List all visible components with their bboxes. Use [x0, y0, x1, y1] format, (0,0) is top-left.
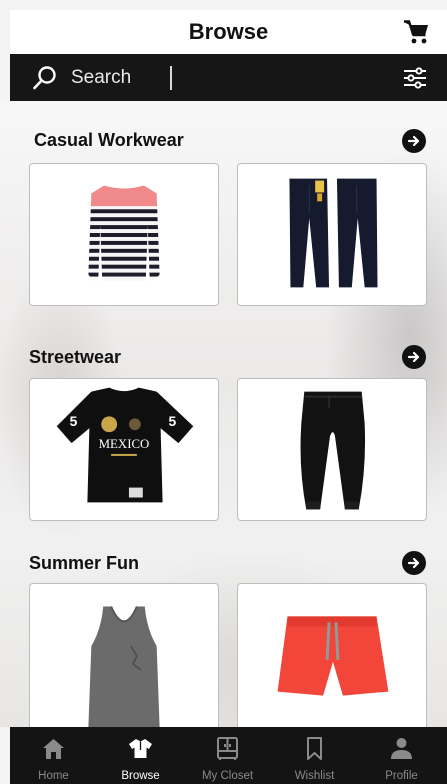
red-swim-shorts-image [277, 615, 389, 696]
see-more-summer-fun-button[interactable] [402, 551, 426, 575]
search-icon[interactable] [32, 65, 58, 91]
shopping-cart-icon[interactable] [403, 18, 431, 46]
see-more-streetwear-button[interactable] [402, 345, 426, 369]
mexico-tshirt-image: 5 5 MEXICO [56, 387, 194, 503]
arrow-right-icon [407, 351, 420, 363]
product-card-striped-sweater[interactable] [29, 163, 219, 306]
nav-item-wishlist[interactable]: Wishlist [271, 727, 358, 784]
person-icon [391, 738, 412, 759]
app-header: Browse [10, 10, 447, 54]
nav-item-home[interactable]: Home [10, 727, 97, 784]
shirt-print-text: MEXICO [99, 437, 150, 451]
svg-text:5: 5 [70, 413, 78, 429]
product-card-dark-jeans[interactable] [237, 163, 427, 306]
search-divider [170, 66, 172, 90]
product-card-black-joggers[interactable] [237, 378, 427, 521]
nav-label-browse: Browse [121, 770, 160, 782]
see-more-casual-workwear-button[interactable] [402, 129, 426, 153]
section-title-summer-fun: Summer Fun [29, 553, 140, 573]
nav-label-home: Home [38, 770, 69, 782]
closet-icon [217, 737, 238, 760]
striped-sweater-image [88, 185, 160, 281]
svg-text:5: 5 [169, 413, 177, 429]
nav-label-wishlist: Wishlist [294, 770, 335, 782]
nav-label-my-closet: My Closet [201, 770, 254, 782]
search-bar[interactable]: Search [10, 54, 447, 101]
bookmark-icon [307, 737, 322, 760]
black-joggers-image [300, 391, 366, 510]
section-title-casual-workwear: Casual Workwear [34, 130, 184, 150]
filter-sliders-icon[interactable] [403, 66, 427, 90]
grey-tank-top-image [88, 605, 160, 727]
shirt-icon [129, 739, 152, 758]
arrow-right-icon [407, 135, 420, 147]
product-card-mexico-tshirt[interactable]: 5 5 MEXICO [29, 378, 219, 521]
product-card-red-swim-shorts[interactable] [237, 583, 427, 727]
nav-item-profile[interactable]: Profile [358, 727, 445, 784]
dark-jeans-image [289, 178, 378, 288]
arrow-right-icon [407, 557, 420, 569]
home-icon [43, 739, 64, 759]
nav-label-profile: Profile [385, 770, 418, 782]
nav-item-my-closet[interactable]: My Closet [184, 727, 271, 784]
section-title-streetwear: Streetwear [29, 347, 122, 367]
search-input[interactable]: Search [71, 67, 131, 89]
nav-item-browse[interactable]: Browse [97, 727, 184, 784]
product-card-grey-tank-top[interactable] [29, 583, 219, 727]
bottom-nav: Home Browse My Closet Wishlist Profile [10, 727, 447, 784]
page-title: Browse [188, 19, 269, 44]
